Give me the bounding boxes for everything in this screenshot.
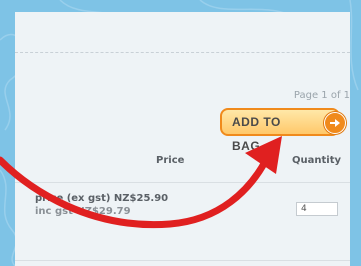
price-header: Price bbox=[156, 155, 185, 166]
add-to-bag-label: ADD TO BAG bbox=[232, 115, 281, 153]
bottom-divider bbox=[15, 260, 350, 261]
price-inc-gst: inc gst NZ$29.79 bbox=[35, 206, 131, 217]
add-to-bag-button[interactable]: ADD TO BAG bbox=[220, 108, 346, 153]
price-ex-gst: price (ex gst) NZ$25.90 bbox=[35, 193, 169, 204]
arrow-right-circle-icon bbox=[324, 112, 346, 134]
quantity-header: Quantity bbox=[292, 155, 341, 166]
row-divider bbox=[15, 182, 350, 183]
pagination-text: Page 1 of 1 bbox=[293, 90, 350, 101]
product-panel: Page 1 of 1 ADD TO BAG Price Quantity pr… bbox=[15, 12, 350, 266]
dashed-divider bbox=[15, 52, 350, 53]
quantity-input[interactable] bbox=[296, 202, 338, 216]
